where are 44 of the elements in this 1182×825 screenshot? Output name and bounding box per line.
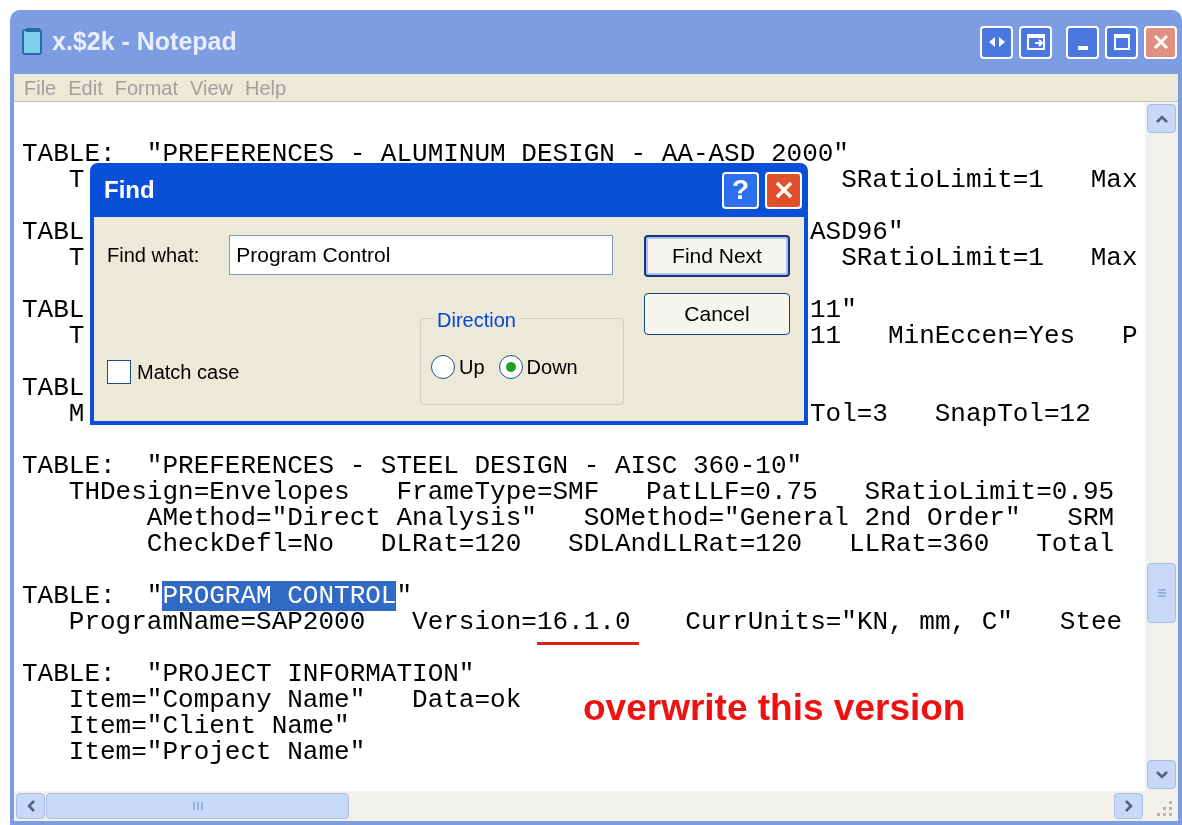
minimize-icon: [1077, 46, 1088, 50]
selected-text: PROGRAM CONTROL: [162, 581, 397, 611]
scroll-thumb[interactable]: [46, 793, 349, 819]
menu-item[interactable]: File: [20, 72, 61, 103]
find-what-label: Find what:: [107, 243, 200, 268]
menu-item[interactable]: Format: [110, 72, 183, 103]
scroll-up-button[interactable]: [1147, 104, 1176, 133]
menu-item[interactable]: Edit: [64, 72, 107, 103]
scroll-left-button[interactable]: [16, 793, 45, 819]
text-line: Tol=3 SnapTol=12: [809, 399, 1091, 429]
scroll-right-button[interactable]: [1114, 793, 1143, 819]
arrows-icon[interactable]: [980, 25, 1013, 59]
text-line: CurrUnits="KN, mm, C" Stee: [684, 607, 1123, 637]
maximize-button[interactable]: [1105, 25, 1138, 59]
menu-item[interactable]: View: [186, 72, 238, 103]
underlined-text: 16.1.0: [536, 607, 639, 645]
window-tile-icon[interactable]: [1019, 25, 1052, 59]
find-what-field[interactable]: Program Control: [229, 235, 614, 275]
close-icon: [1151, 33, 1170, 51]
help-button[interactable]: ?: [722, 171, 759, 209]
scroll-down-button[interactable]: [1147, 760, 1176, 789]
horizontal-scrollbar[interactable]: [14, 791, 1145, 821]
caret-right-icon: [1123, 799, 1134, 813]
annotation-text: overwrite this version: [583, 686, 966, 730]
window-title: x.$2k - Notepad: [52, 26, 238, 58]
dialog-button[interactable]: Find Next: [644, 235, 790, 277]
radio-button[interactable]: [498, 354, 523, 379]
radio-label: Up: [459, 354, 485, 380]
dialog-title: Find: [104, 175, 156, 205]
maximize-icon: [1112, 33, 1131, 51]
menu-item[interactable]: Help: [241, 72, 291, 103]
match-case-checkbox[interactable]: [107, 360, 131, 384]
caret-left-icon: [25, 799, 36, 813]
match-case-label: Match case: [137, 360, 240, 385]
caret-up-icon: [1154, 113, 1169, 124]
radio-button[interactable]: [431, 354, 455, 379]
vertical-scrollbar[interactable]: [1145, 102, 1178, 791]
scroll-thumb[interactable]: [1147, 563, 1176, 623]
minimize-button[interactable]: [1066, 25, 1099, 59]
close-icon: [773, 180, 794, 200]
caret-down-icon: [1154, 769, 1169, 780]
dialog-button[interactable]: Cancel: [644, 293, 790, 335]
radio-label: Down: [526, 354, 578, 380]
close-button[interactable]: [765, 171, 802, 209]
